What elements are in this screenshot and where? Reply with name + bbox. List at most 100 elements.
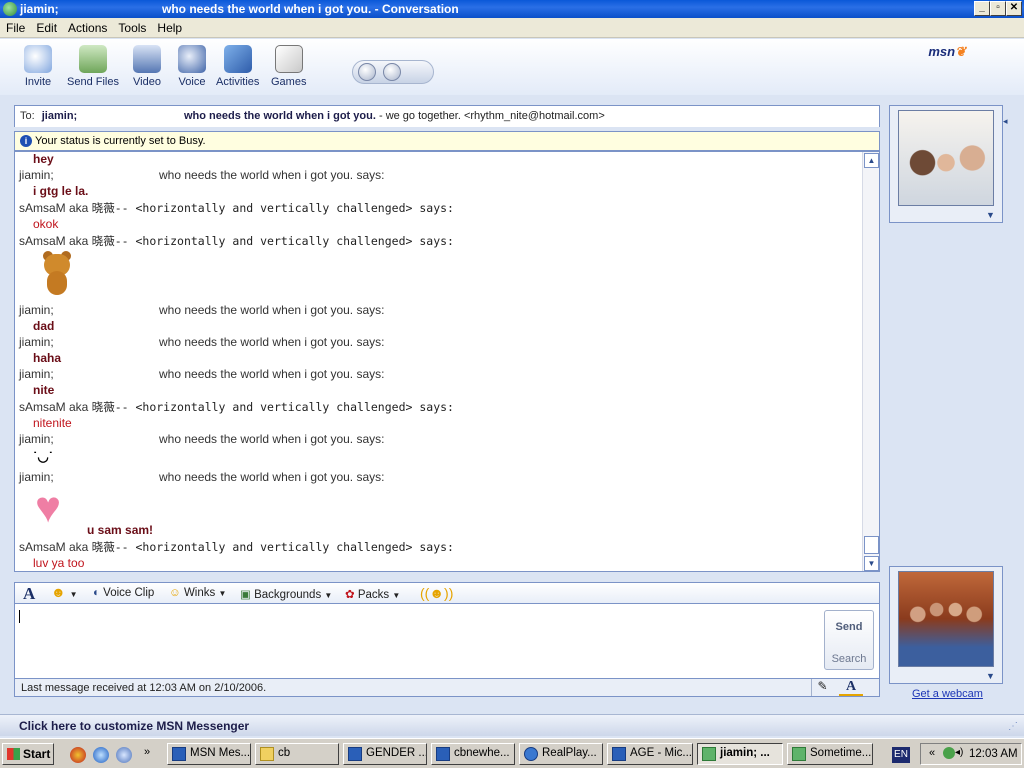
search-button[interactable]: Search — [825, 653, 873, 665]
sender-says: 晓薇-- <horizontally and vertically challe… — [91, 201, 454, 215]
block-icon[interactable] — [358, 63, 376, 81]
video-button[interactable]: Video — [133, 43, 161, 88]
sender-name: jiamin; — [19, 303, 54, 317]
status-notice: i Your status is currently set to Busy. — [14, 131, 880, 151]
last-message-text: Last message received at 12:03 AM on 2/1… — [21, 682, 267, 694]
menu-edit[interactable]: Edit — [30, 18, 62, 35]
window-titlebar[interactable]: jiamin; who needs the world when i got y… — [0, 0, 1024, 18]
message-header: jiamin; who needs the world when i got yo… — [19, 367, 384, 381]
task-jiamin-conversation[interactable]: jiamin; ... — [697, 743, 783, 765]
conversation-scrollbar[interactable]: ▲ ▼ — [862, 152, 879, 571]
invite-icon — [24, 45, 52, 73]
message-header: jiamin; who needs the world when i got yo… — [19, 303, 384, 317]
chevron-down-icon: ▼ — [69, 590, 78, 599]
resize-grip-icon[interactable]: ⋰ — [1008, 721, 1018, 732]
voice-button[interactable]: Voice — [178, 43, 206, 88]
task-word-age[interactable]: AGE - Mic... — [607, 743, 693, 765]
activities-button[interactable]: Activities — [216, 43, 259, 88]
minimize-button[interactable]: _ — [974, 1, 990, 16]
volume-icon[interactable]: ◂) — [955, 747, 963, 758]
scroll-thumb[interactable] — [864, 536, 879, 554]
my-display-picture — [898, 571, 994, 667]
scroll-up-button[interactable]: ▲ — [864, 153, 879, 168]
background-sharing-icon[interactable] — [383, 63, 401, 81]
get-webcam-link[interactable]: Get a webcam — [912, 688, 983, 700]
nudge-icon[interactable]: ((☻)) — [420, 585, 453, 601]
my-display-picture-frame[interactable]: ▼ — [889, 566, 1003, 684]
messenger-icon — [702, 747, 716, 761]
backgrounds-button[interactable]: ▣ Backgrounds ▼ — [240, 587, 332, 601]
voice-label: Voice — [178, 76, 206, 88]
message-text: okok — [33, 217, 59, 231]
invite-button[interactable]: Invite — [24, 43, 52, 88]
activities-icon — [223, 45, 252, 73]
task-label: cbnewhe... — [454, 747, 510, 759]
task-msn-messenger[interactable]: MSN Mes... — [167, 743, 251, 765]
close-button[interactable]: ✕ — [1006, 1, 1022, 16]
to-contact[interactable]: jiamin; — [42, 110, 77, 122]
customize-link[interactable]: Click here to customize MSN Messenger — [19, 719, 249, 733]
contact-display-picture-frame[interactable]: ▼ — [889, 105, 1003, 223]
task-word-gender[interactable]: GENDER ... — [343, 743, 427, 765]
contact-display-picture — [898, 110, 994, 206]
language-indicator[interactable]: EN — [892, 747, 910, 763]
msn-tray-icon[interactable] — [943, 747, 955, 759]
message-text: hey — [33, 152, 54, 166]
quicklaunch-media-icon[interactable] — [70, 747, 86, 763]
quicklaunch-more-icon[interactable]: » — [144, 746, 150, 758]
emoticon-button[interactable]: ☻ ▼ — [51, 584, 78, 600]
menu-help[interactable]: Help — [151, 18, 187, 35]
window-title-text: who needs the world when i got you. - Co… — [162, 2, 459, 16]
to-bar: To: jiamin; who needs the world when i g… — [14, 105, 880, 127]
send-panel: Send Search — [824, 610, 874, 670]
quicklaunch-messenger-icon[interactable] — [116, 747, 132, 763]
start-button[interactable]: Start — [2, 743, 54, 765]
menu-actions[interactable]: Actions — [62, 18, 112, 35]
task-word-cbnewhe[interactable]: cbnewhe... — [431, 743, 515, 765]
heart-icon: ♥ — [35, 483, 62, 532]
packs-button[interactable]: ✿ Packs ▼ — [345, 587, 400, 601]
send-files-icon — [78, 45, 107, 73]
menu-file[interactable]: File — [0, 18, 30, 35]
collapse-sidebar-icon[interactable]: ◂ — [1003, 116, 1015, 132]
clock[interactable]: 12:03 AM — [969, 748, 1018, 760]
video-label: Video — [133, 76, 161, 88]
display-name-text: who needs the world when i got you. — [184, 110, 376, 122]
quicklaunch-ie-icon[interactable] — [93, 747, 109, 763]
task-folder-cb[interactable]: cb — [255, 743, 339, 765]
window-title-contact: jiamin; — [20, 2, 59, 16]
message-header: sAmsaM aka 晓薇-- <horizontally and vertic… — [19, 399, 454, 415]
message-input[interactable]: Send Search — [14, 604, 880, 679]
winks-button[interactable]: ☺ Winks ▼ — [169, 587, 226, 599]
task-label: GENDER ... — [366, 747, 427, 759]
format-toolbar: A ☻ ▼ ◐ Voice Clip ☺ Winks ▼ ▣ Backgroun… — [14, 582, 880, 604]
voice-clip-button[interactable]: ◐ Voice Clip — [93, 587, 154, 599]
task-realplayer[interactable]: RealPlay... — [519, 743, 603, 765]
chevron-down-icon: ▼ — [324, 591, 333, 600]
handwriting-icon[interactable]: ✎ — [811, 679, 833, 696]
contact-display-name: who needs the world when i got you. - we… — [184, 110, 605, 122]
send-files-label: Send Files — [67, 76, 119, 88]
chevron-down-icon[interactable]: ▼ — [986, 671, 995, 681]
tray-expand-icon[interactable]: « — [929, 747, 935, 759]
maximize-button[interactable]: ▫ — [990, 1, 1006, 16]
send-button[interactable]: Send — [825, 621, 873, 633]
menu-tools[interactable]: Tools — [112, 18, 151, 35]
games-icon — [274, 45, 303, 73]
font-icon[interactable]: A — [23, 584, 35, 604]
send-files-button[interactable]: Send Files — [67, 43, 119, 88]
voice-icon — [178, 45, 206, 73]
customize-bar[interactable]: Click here to customize MSN Messenger ⋰ — [0, 714, 1024, 736]
games-button[interactable]: Games — [271, 43, 306, 88]
chevron-down-icon[interactable]: ▼ — [986, 210, 995, 220]
conversation-history[interactable]: hey jiamin; who needs the world when i go… — [14, 151, 880, 572]
video-icon — [133, 45, 161, 73]
message-header: jiamin; who needs the world when i got yo… — [19, 335, 384, 349]
task-sometime[interactable]: Sometime... — [787, 743, 873, 765]
sender-says: who needs the world when i got you. says… — [159, 470, 385, 484]
games-label: Games — [271, 76, 307, 88]
scroll-down-button[interactable]: ▼ — [864, 556, 879, 571]
type-icon[interactable]: A — [839, 679, 863, 696]
task-label: cb — [278, 747, 291, 759]
microphone-icon: ◐ — [93, 587, 100, 599]
